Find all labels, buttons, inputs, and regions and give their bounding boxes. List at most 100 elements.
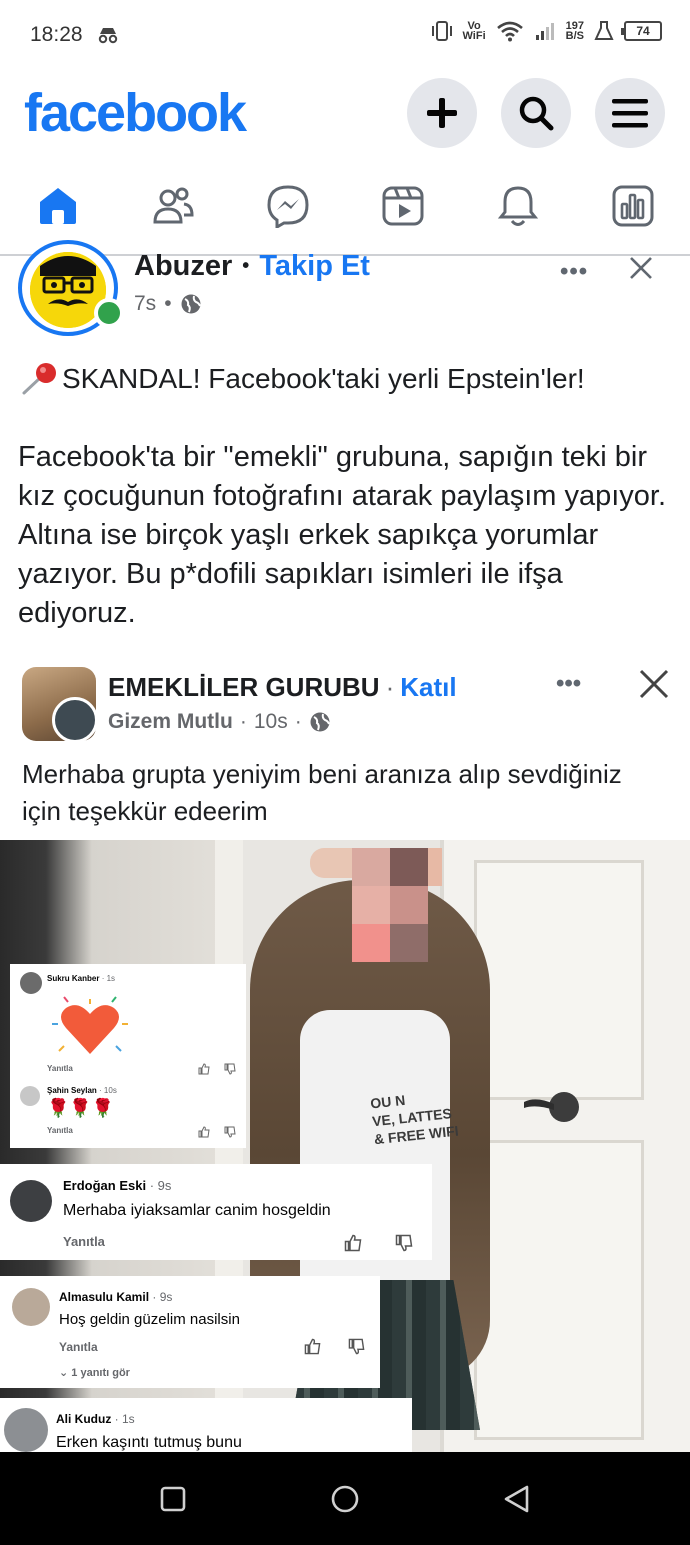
commenter-name: Sukru Kanber · 1s bbox=[47, 974, 115, 983]
status-bar: 18:28 Vo WiFi 197 B/S 74 bbox=[0, 0, 690, 70]
signal-icon bbox=[535, 23, 554, 40]
view-replies-link: ⌄ 1 yanıtı gör bbox=[59, 1367, 130, 1379]
comment-card: Ali Kuduz · 1s Erken kaşıntı tutmuş bunu bbox=[0, 1398, 412, 1452]
search-button[interactable] bbox=[501, 78, 571, 148]
meta-separator: • bbox=[164, 292, 172, 315]
comment-card: Erdoğan Eski · 9s Merhaba iyiaksamlar ca… bbox=[0, 1164, 432, 1260]
join-link: Katıl bbox=[400, 672, 457, 702]
incognito-icon bbox=[98, 28, 117, 44]
dislike-icon bbox=[224, 1126, 236, 1138]
notifications-icon bbox=[497, 186, 538, 226]
commenter-name: Erdoğan Eski · 9s bbox=[63, 1178, 171, 1193]
comment-time: · 9s bbox=[149, 1178, 172, 1193]
group-header: EMEKLİLER GURUBU · Katıl bbox=[108, 672, 457, 703]
post-author-name[interactable]: Abuzer bbox=[134, 250, 232, 283]
comment-time: · 1s bbox=[101, 974, 116, 983]
tab-dashboard[interactable] bbox=[575, 170, 690, 242]
hamburger-icon bbox=[612, 99, 648, 128]
avatar bbox=[20, 1086, 40, 1106]
comment-time: · 10s bbox=[99, 1086, 117, 1095]
shared-meta-sep-2: · bbox=[294, 710, 302, 733]
home-button-icon[interactable] bbox=[328, 1482, 362, 1516]
reply-link: Yanıtla bbox=[63, 1234, 105, 1249]
post-headline: SKANDAL! Facebook'taki yerli Epstein'ler… bbox=[20, 362, 585, 396]
commenter-name: Şahin Seylan · 10s bbox=[47, 1086, 117, 1095]
shared-time: 10s bbox=[253, 710, 288, 733]
search-icon bbox=[519, 96, 554, 131]
shared-post-text: Merhaba grupta yeniyim beni aranıza alıp… bbox=[22, 759, 622, 826]
shared-author: Gizem Mutlu bbox=[108, 710, 233, 733]
avatar bbox=[10, 1180, 52, 1222]
like-icon bbox=[344, 1234, 362, 1252]
status-indicators: Vo WiFi 197 B/S 74 bbox=[431, 20, 662, 42]
menu-button[interactable] bbox=[595, 78, 665, 148]
post-close-icon[interactable] bbox=[628, 255, 654, 281]
messenger-icon bbox=[266, 185, 309, 228]
tab-video[interactable] bbox=[345, 170, 460, 242]
status-time: 18:28 bbox=[30, 23, 83, 46]
avatar bbox=[12, 1288, 50, 1326]
recents-button-icon[interactable] bbox=[156, 1482, 190, 1516]
wifi-icon bbox=[496, 21, 523, 42]
back-button-icon[interactable] bbox=[500, 1482, 534, 1516]
shared-more-icon: ••• bbox=[556, 670, 582, 697]
comment-card: Sukru Kanber · 1s Yanıtla Şahin Seylan ·… bbox=[10, 964, 246, 1148]
comment-author: Erdoğan Eski bbox=[63, 1178, 147, 1193]
follow-link[interactable]: Takip Et bbox=[259, 250, 370, 283]
battery-level: 74 bbox=[636, 24, 650, 38]
tab-home[interactable] bbox=[0, 170, 115, 242]
blur-block bbox=[352, 848, 390, 886]
shared-meta: Gizem Mutlu · 10s · bbox=[108, 710, 331, 734]
tab-messenger[interactable] bbox=[230, 170, 345, 242]
blur-block bbox=[352, 886, 390, 924]
comment-author: Ali Kuduz bbox=[56, 1412, 112, 1426]
group-name: EMEKLİLER GURUBU bbox=[108, 672, 380, 702]
door-handle-icon bbox=[524, 1092, 579, 1122]
blur-block bbox=[352, 924, 390, 962]
like-icon bbox=[198, 1126, 210, 1138]
video-icon bbox=[382, 186, 423, 226]
join-separator: · bbox=[385, 672, 395, 702]
heart-sticker-icon bbox=[52, 996, 128, 1054]
roses-text: 🌹🌹🌹 bbox=[47, 1098, 115, 1118]
comment-card: Almasulu Kamil · 9s Hoş geldin güzelim n… bbox=[0, 1276, 380, 1388]
dislike-icon bbox=[224, 1063, 236, 1075]
comment-author: Almasulu Kamil bbox=[59, 1290, 150, 1304]
plus-icon bbox=[427, 98, 457, 128]
tab-friends[interactable] bbox=[115, 170, 230, 242]
commenter-name: Ali Kuduz · 1s bbox=[56, 1412, 135, 1426]
view-replies-text: 1 yanıtı gör bbox=[71, 1367, 130, 1379]
post-time[interactable]: 7s bbox=[134, 292, 156, 316]
pushpin-icon bbox=[22, 363, 56, 395]
comment-author: Şahin Seylan bbox=[47, 1086, 97, 1095]
reply-link: Yanıtla bbox=[59, 1340, 98, 1354]
system-nav-bar bbox=[0, 1452, 690, 1545]
home-icon bbox=[39, 188, 76, 224]
create-button[interactable] bbox=[407, 78, 477, 148]
friends-icon bbox=[152, 187, 194, 224]
speed-unit: B/S bbox=[565, 30, 584, 42]
avatar bbox=[4, 1408, 48, 1452]
headline-text: SKANDAL! Facebook'taki yerli Epstein'ler… bbox=[62, 363, 585, 394]
commenter-name: Almasulu Kamil · 9s bbox=[59, 1290, 172, 1304]
volte-bottom: WiFi bbox=[462, 30, 486, 42]
tab-notifications[interactable] bbox=[460, 170, 575, 242]
comment-text: Erken kaşıntı tutmuş bunu bbox=[56, 1434, 242, 1451]
like-icon bbox=[198, 1063, 210, 1075]
battery-indicator: 74 bbox=[621, 21, 662, 41]
door-panel-top bbox=[474, 860, 644, 1100]
comment-time: · 1s bbox=[114, 1412, 135, 1426]
post-meta: 7s • bbox=[134, 292, 202, 316]
reply-link: Yanıtla bbox=[47, 1126, 73, 1135]
facebook-logo[interactable]: facebook bbox=[24, 82, 247, 144]
post-image[interactable]: EMEKLİLER GURUBU · Katıl Gizem Mutlu · 1… bbox=[0, 652, 690, 1452]
reply-link: Yanıtla bbox=[47, 1064, 73, 1073]
shared-meta-sep: · bbox=[239, 710, 247, 733]
dislike-icon bbox=[348, 1338, 365, 1355]
globe-icon bbox=[181, 294, 201, 314]
like-icon bbox=[304, 1338, 321, 1355]
comment-text: Merhaba iyiaksamlar canim hosgeldin bbox=[63, 1202, 331, 1219]
door-panel-bottom bbox=[474, 1140, 644, 1440]
blur-block bbox=[390, 886, 428, 924]
post-more-button[interactable]: ••• bbox=[560, 258, 588, 286]
